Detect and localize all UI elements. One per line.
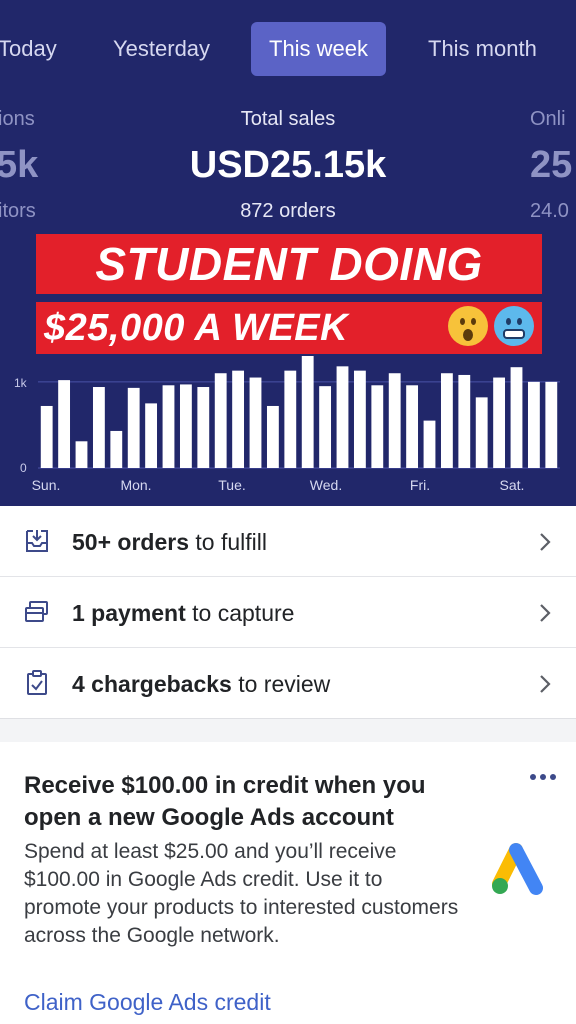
orders-count: 872 orders — [240, 200, 336, 222]
stat-right-value: 25 — [530, 144, 573, 186]
y-tick-label: 1k — [14, 376, 28, 390]
task-list: 50+ orders to fulfill 1 payment to captu… — [0, 506, 576, 719]
section-divider — [0, 718, 576, 742]
x-tick-label: Wed. — [310, 477, 342, 493]
chart-bar — [301, 356, 314, 468]
y-tick-label: 0 — [20, 461, 27, 475]
chart-bar — [336, 366, 349, 468]
chart-bar — [266, 405, 279, 468]
chart-bar — [527, 381, 540, 468]
tab-this-month[interactable]: This month — [428, 22, 537, 76]
chart-bar — [232, 370, 245, 468]
chart-bar — [40, 405, 53, 468]
x-tick-label: Sat. — [500, 477, 525, 493]
chart-bar — [145, 403, 158, 468]
task-capture-text: 1 payment to capture — [72, 600, 295, 626]
card-body: Spend at least $25.00 and you’ll receive… — [24, 840, 459, 947]
chart-bar — [197, 387, 210, 468]
chart-bar — [58, 380, 71, 468]
tab-yesterday[interactable]: Yesterday — [113, 22, 210, 76]
x-tick-label: Tue. — [218, 477, 246, 493]
sales-header: Today Yesterday This week This month ion… — [0, 0, 576, 506]
payment-card-icon — [25, 601, 48, 622]
date-range-tabs: Today Yesterday This week This month — [0, 22, 576, 76]
chevron-right-icon — [540, 675, 551, 693]
task-review-text: 4 chargebacks to review — [72, 671, 331, 697]
chart-bar — [406, 385, 419, 468]
chart-bar — [440, 373, 453, 468]
sales-bar-chart: 1k 0 Sun. Mon. Tue. Wed. Fri. Sat. — [0, 356, 576, 506]
tab-today[interactable]: Today — [0, 22, 57, 76]
task-row-review[interactable]: 4 chargebacks to review — [0, 648, 576, 719]
task-row-capture[interactable]: 1 payment to capture — [0, 577, 576, 648]
chart-bar — [371, 385, 384, 468]
card-title: Receive $100.00 in credit when you open … — [24, 772, 426, 831]
chart-bar — [214, 373, 227, 468]
chart-bar — [162, 385, 175, 468]
chart-bar — [319, 386, 332, 468]
chart-bar — [75, 441, 88, 468]
chart-bar — [353, 370, 366, 468]
headline-banner-bottom-text: $25,000 A WEEK — [44, 307, 349, 349]
chart-bar — [127, 387, 140, 468]
chart-bar — [493, 377, 506, 468]
chart-bar — [179, 384, 192, 468]
chart-bar — [510, 367, 523, 468]
chart-bar — [388, 373, 401, 468]
claim-credit-link[interactable]: Claim Google Ads credit — [24, 989, 271, 1016]
total-sales-value: USD25.15k — [189, 144, 387, 186]
chart-bar — [284, 370, 297, 468]
x-tick-label: Mon. — [120, 477, 151, 493]
headline-banner-top: STUDENT DOING — [36, 234, 542, 294]
chart-bar — [458, 374, 471, 468]
task-fulfill-text: 50+ orders to fulfill — [72, 529, 267, 555]
chart-bar — [545, 381, 558, 468]
tab-this-week[interactable]: This week — [251, 22, 387, 76]
app-screen: Today Yesterday This week This month ion… — [0, 0, 576, 1024]
total-sales-label: Total sales — [240, 108, 336, 130]
chart-bar — [423, 420, 436, 468]
chart-bar — [249, 377, 262, 468]
stat-right-sub: 24.0 — [530, 200, 569, 222]
cold-face-icon — [494, 306, 534, 346]
x-tick-label: Fri. — [410, 477, 430, 493]
x-tick-label: Sun. — [32, 477, 61, 493]
sales-chart-svg: 1k 0 Sun. Mon. Tue. Wed. Fri. Sat. — [14, 356, 560, 493]
chart-bar — [92, 387, 105, 468]
chevron-right-icon — [540, 604, 551, 622]
google-ads-logo-icon — [492, 843, 543, 895]
clipboard-check-icon — [27, 670, 47, 695]
chart-bar — [475, 397, 488, 468]
task-row-fulfill[interactable]: 50+ orders to fulfill — [0, 506, 576, 577]
chevron-right-icon — [540, 533, 551, 551]
more-options-icon[interactable] — [528, 772, 558, 782]
inbox-download-icon — [26, 530, 48, 552]
chart-bar — [110, 430, 123, 468]
google-ads-card: Receive $100.00 in credit when you open … — [0, 742, 576, 1024]
stat-right-label: Onli — [530, 108, 566, 130]
astonished-face-icon — [448, 306, 488, 346]
